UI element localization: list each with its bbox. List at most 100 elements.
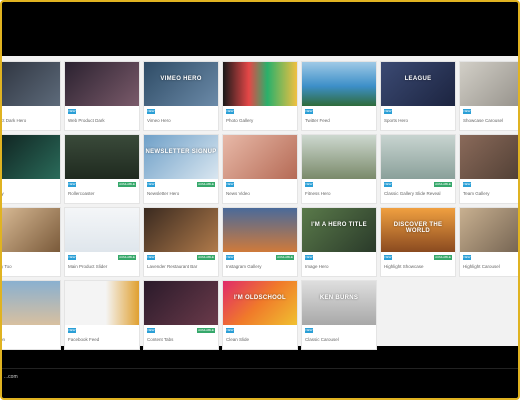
template-thumbnail[interactable] bbox=[460, 208, 518, 252]
template-card[interactable]: NEW Display bbox=[2, 135, 60, 203]
template-thumbnail[interactable] bbox=[2, 135, 60, 179]
template-title: Lavender Restaurant Bar bbox=[147, 264, 198, 269]
template-thumbnail[interactable] bbox=[223, 135, 297, 179]
template-card[interactable]: NEW AVAILABLE Lavender Restaurant Bar bbox=[144, 208, 218, 276]
screen-frame: NEW Product Dark Hero NEW Web Product Dark V… bbox=[0, 0, 520, 400]
badge-row: NEW bbox=[2, 328, 57, 333]
template-card[interactable]: NEW AVAILABLE Rollercoaster bbox=[65, 135, 139, 203]
template-card[interactable]: NEW Fitness Hero bbox=[302, 135, 376, 203]
template-title: News Video bbox=[226, 191, 250, 196]
template-card[interactable]: DISCOVER THE WORLD NEW AVAILABLE Highlight … bbox=[381, 208, 455, 276]
template-card[interactable]: KEN BURNS NEW Classic Carousel bbox=[302, 281, 376, 349]
new-badge: NEW bbox=[147, 182, 155, 187]
template-card[interactable]: LEAGUE NEW Sports Hero bbox=[381, 62, 455, 130]
badge-row: NEW AVAILABLE bbox=[226, 255, 294, 260]
available-badge: AVAILABLE bbox=[197, 328, 215, 333]
badge-row: NEW bbox=[68, 328, 136, 333]
new-badge: NEW bbox=[226, 255, 234, 260]
new-badge: NEW bbox=[226, 182, 234, 187]
new-badge: NEW bbox=[384, 255, 392, 260]
template-title: Twitter Feed bbox=[305, 118, 330, 123]
template-card[interactable]: NEW Photo Gallery bbox=[223, 62, 297, 130]
badge-row: NEW bbox=[305, 109, 373, 114]
new-badge: NEW bbox=[68, 255, 76, 260]
template-card[interactable]: I'M A HERO TITLE NEW Image Hero bbox=[302, 208, 376, 276]
template-card[interactable]: NEW Facebook Feed bbox=[65, 281, 139, 349]
template-card[interactable]: VIMEO HERO NEW Vimeo Hero bbox=[144, 62, 218, 130]
badge-row: NEW bbox=[463, 255, 518, 260]
template-card[interactable]: NEW AVAILABLE Classic Gallery Slide Reveal bbox=[381, 135, 455, 203]
template-thumbnail[interactable] bbox=[381, 135, 455, 179]
thumbnail-caption: VIMEO HERO bbox=[160, 76, 202, 82]
template-thumbnail[interactable]: KEN BURNS bbox=[302, 281, 376, 325]
template-card[interactable]: NEW Team Gallery bbox=[460, 135, 518, 203]
available-badge: AVAILABLE bbox=[276, 255, 294, 260]
available-badge: AVAILABLE bbox=[197, 255, 215, 260]
template-title: Instagram Gallery bbox=[226, 264, 262, 269]
template-thumbnail[interactable] bbox=[2, 281, 60, 325]
template-title: Classic Carousel bbox=[305, 337, 339, 342]
thumbnail-caption: I'M OLDSCHOOL bbox=[234, 295, 286, 301]
template-thumbnail[interactable]: I'M A HERO TITLE bbox=[302, 208, 376, 252]
template-card[interactable]: NEW Gallery Too bbox=[2, 208, 60, 276]
template-thumbnail[interactable] bbox=[144, 208, 218, 252]
template-thumbnail[interactable]: NEWSLETTER SIGNUP bbox=[144, 135, 218, 179]
template-thumbnail[interactable]: I'M OLDSCHOOL bbox=[223, 281, 297, 325]
template-card[interactable]: NEW AVAILABLE Instagram Gallery bbox=[223, 208, 297, 276]
badge-row: NEW AVAILABLE bbox=[147, 182, 215, 187]
template-thumbnail[interactable] bbox=[223, 208, 297, 252]
template-thumbnail[interactable] bbox=[302, 62, 376, 106]
thumbnail-caption: LEAGUE bbox=[404, 76, 432, 82]
template-thumbnail[interactable] bbox=[460, 62, 518, 106]
template-thumbnail[interactable] bbox=[460, 135, 518, 179]
template-title: Image Hero bbox=[305, 264, 329, 269]
template-card[interactable]: NEW AVAILABLE Content Tabs bbox=[144, 281, 218, 349]
template-card[interactable]: NEW AVAILABLE Main Product Slider bbox=[65, 208, 139, 276]
template-thumbnail[interactable]: VIMEO HERO bbox=[144, 62, 218, 106]
badge-row: NEW bbox=[384, 109, 452, 114]
new-badge: NEW bbox=[305, 109, 313, 114]
template-title: Fitness Hero bbox=[305, 191, 331, 196]
badge-row: NEW AVAILABLE bbox=[68, 182, 136, 187]
template-thumbnail[interactable] bbox=[223, 62, 297, 106]
new-badge: NEW bbox=[305, 255, 313, 260]
template-card[interactable]: NEWSLETTER SIGNUP NEW AVAILABLE Newsletter … bbox=[144, 135, 218, 203]
badge-row: NEW bbox=[68, 109, 136, 114]
template-card[interactable]: NEW Web Product Dark bbox=[65, 62, 139, 130]
template-thumbnail[interactable]: LEAGUE bbox=[381, 62, 455, 106]
template-card[interactable]: NEW News Video bbox=[223, 135, 297, 203]
template-card[interactable]: I'M OLDSCHOOL NEW Clean Slide bbox=[223, 281, 297, 349]
badge-row: NEW bbox=[226, 109, 294, 114]
template-thumbnail[interactable] bbox=[65, 135, 139, 179]
badge-row: NEW bbox=[2, 182, 57, 187]
template-title: Classic Gallery Slide Reveal bbox=[384, 191, 441, 196]
template-title: Photo Gallery bbox=[226, 118, 254, 123]
new-badge: NEW bbox=[68, 109, 76, 114]
template-thumbnail[interactable] bbox=[65, 281, 139, 325]
template-card[interactable]: NEW Showcase Carousel bbox=[460, 62, 518, 130]
template-title: Web Product Dark bbox=[68, 118, 105, 123]
template-thumbnail[interactable] bbox=[144, 281, 218, 325]
badge-row: NEW AVAILABLE bbox=[68, 255, 136, 260]
template-card[interactable]: NEW Highlight Carousel bbox=[460, 208, 518, 276]
template-title: Clean Slide bbox=[226, 337, 250, 342]
new-badge: NEW bbox=[463, 109, 471, 114]
available-badge: AVAILABLE bbox=[434, 182, 452, 187]
template-thumbnail[interactable]: DISCOVER THE WORLD bbox=[381, 208, 455, 252]
template-card[interactable]: NEW Product Dark Hero bbox=[1, 62, 60, 130]
template-thumbnail[interactable] bbox=[65, 62, 139, 106]
template-card[interactable]: NEW Fashion bbox=[2, 281, 60, 349]
badge-row: NEW AVAILABLE bbox=[147, 255, 215, 260]
new-badge: NEW bbox=[384, 109, 392, 114]
badge-row: NEW bbox=[305, 328, 373, 333]
template-thumbnail[interactable] bbox=[2, 62, 60, 106]
footer-link[interactable]: ...com bbox=[4, 374, 18, 380]
template-thumbnail[interactable] bbox=[2, 208, 60, 252]
thumbnail-caption: KEN BURNS bbox=[319, 295, 359, 301]
template-thumbnail[interactable] bbox=[302, 135, 376, 179]
template-card[interactable]: NEW Twitter Feed bbox=[302, 62, 376, 130]
badge-row: NEW bbox=[305, 182, 373, 187]
template-title: Product Dark Hero bbox=[1, 118, 27, 123]
available-badge: AVAILABLE bbox=[434, 255, 452, 260]
template-thumbnail[interactable] bbox=[65, 208, 139, 252]
